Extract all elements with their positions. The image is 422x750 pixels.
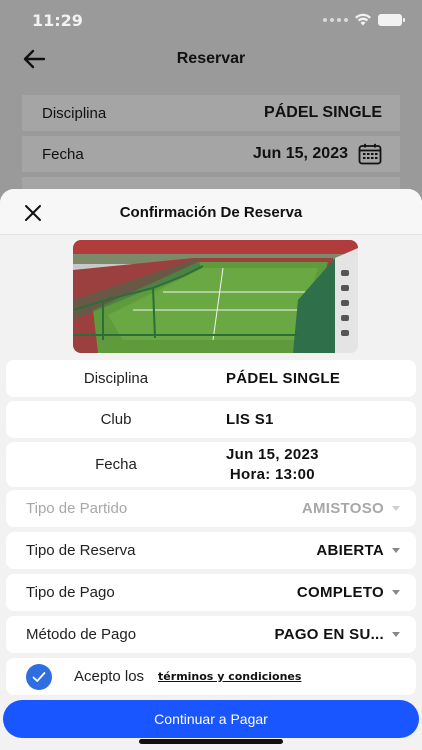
- sheet-header: Confirmación De Reserva: [0, 189, 422, 235]
- info-value: LIS S1: [226, 411, 274, 428]
- select-label: Tipo de Reserva: [26, 542, 136, 559]
- home-indicator: [139, 739, 283, 744]
- chevron-down-icon: [392, 506, 400, 511]
- info-label: Club: [100, 411, 132, 428]
- select-label: Tipo de Pago: [26, 584, 115, 601]
- checkmark-icon: [32, 671, 46, 682]
- bg-row-label: Fecha: [42, 145, 84, 163]
- confirmation-sheet: Confirmación De Reserva Disciplina PÁDEL…: [0, 189, 422, 750]
- status-bar: 11:29: [0, 0, 422, 40]
- select-value: ABIERTA: [316, 542, 384, 559]
- info-row-club: Club LIS S1: [6, 401, 416, 438]
- bg-row-label: Disciplina: [42, 104, 107, 122]
- select-label: Método de Pago: [26, 626, 137, 643]
- bg-row-value: Jun 15, 2023: [252, 145, 348, 162]
- select-value-wrap: ABIERTA: [316, 542, 400, 559]
- select-value-wrap: COMPLETO: [297, 584, 400, 601]
- info-value: PÁDEL SINGLE: [226, 370, 341, 387]
- info-row-fecha: Fecha Jun 15, 2023 Hora: 13:00: [6, 442, 416, 487]
- sheet-title: Confirmación De Reserva: [119, 204, 303, 221]
- select-tipo-reserva[interactable]: Tipo de Reserva ABIERTA: [6, 532, 416, 569]
- info-time: Hora: 13:00: [229, 465, 315, 483]
- select-tipo-partido: Tipo de Partido AMISTOSO: [6, 490, 416, 527]
- select-value-wrap: PAGO EN SU...: [275, 626, 400, 643]
- info-date: Jun 15, 2023: [226, 445, 319, 463]
- signal-icon: [323, 17, 348, 22]
- chevron-down-icon: [392, 548, 400, 553]
- info-label: Disciplina: [83, 370, 149, 387]
- chevron-down-icon: [392, 632, 400, 637]
- terms-link[interactable]: términos y condiciones: [158, 670, 301, 683]
- select-value-wrap: AMISTOSO: [302, 500, 400, 517]
- background-header: Reservar: [0, 40, 422, 78]
- continue-to-pay-button[interactable]: Continuar a Pagar: [3, 700, 419, 738]
- calendar-icon: [358, 143, 382, 165]
- bg-row-fecha: Fecha Jun 15, 2023: [22, 136, 400, 172]
- info-value-multi: Jun 15, 2023 Hora: 13:00: [226, 445, 319, 485]
- terms-checkbox[interactable]: [26, 663, 52, 690]
- select-tipo-pago[interactable]: Tipo de Pago COMPLETO: [6, 574, 416, 611]
- page-title: Reservar: [176, 50, 246, 67]
- chevron-down-icon: [392, 590, 400, 595]
- select-metodo-pago[interactable]: Método de Pago PAGO EN SU...: [6, 616, 416, 653]
- info-label: Fecha: [95, 456, 137, 473]
- battery-icon: [378, 13, 405, 26]
- padel-court-image: [73, 240, 358, 353]
- terms-label: Acepto los: [74, 668, 145, 685]
- info-row-disciplina: Disciplina PÁDEL SINGLE: [6, 360, 416, 397]
- bg-row-value: PÁDEL SINGLE: [264, 104, 382, 121]
- select-value: COMPLETO: [296, 584, 384, 601]
- status-time: 11:29: [32, 11, 83, 30]
- bg-row-value-wrap: Jun 15, 2023: [253, 143, 382, 165]
- bg-row-partial: [22, 177, 400, 189]
- terms-row: Acepto los términos y condiciones: [6, 658, 416, 695]
- select-label: Tipo de Partido: [26, 500, 128, 517]
- wifi-icon: [355, 13, 371, 26]
- select-value: PAGO EN SU...: [274, 626, 384, 643]
- status-icons: [323, 13, 405, 26]
- bg-row-disciplina: Disciplina PÁDEL SINGLE: [22, 95, 400, 131]
- select-value: AMISTOSO: [301, 500, 384, 517]
